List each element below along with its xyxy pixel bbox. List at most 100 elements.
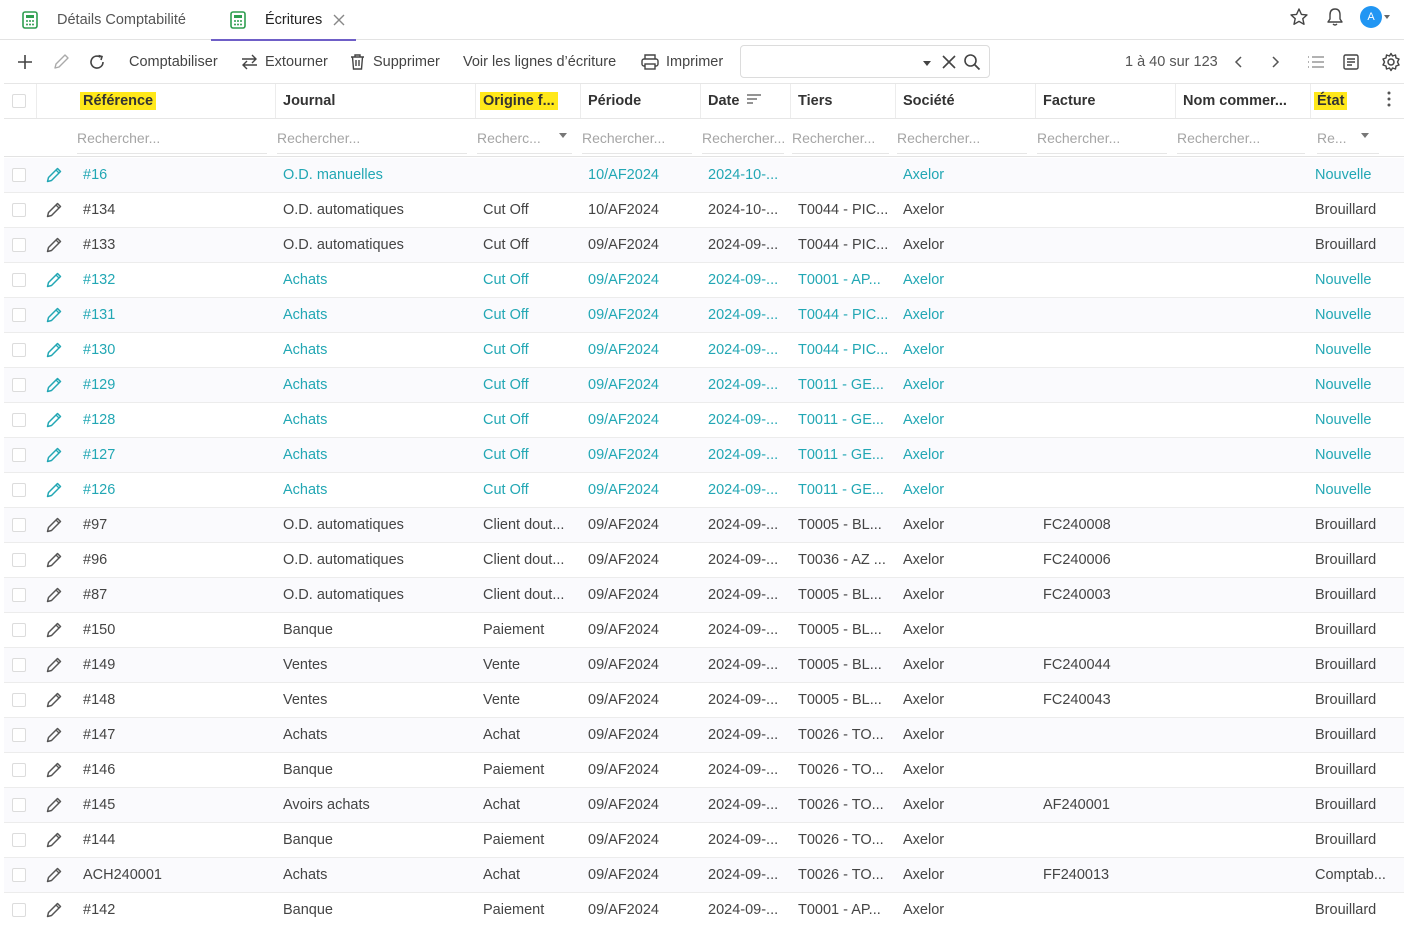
user-menu[interactable]: A <box>1360 6 1390 28</box>
table-row[interactable]: #146 Banque Paiement 09/AF2024 2024-09-... T0… <box>4 753 1404 788</box>
row-checkbox[interactable] <box>12 483 26 497</box>
row-checkbox[interactable] <box>12 168 26 182</box>
edit-row-button[interactable] <box>45 726 63 748</box>
select-all-checkbox[interactable] <box>12 94 26 108</box>
edit-row-button[interactable] <box>45 761 63 783</box>
list-view-button[interactable] <box>1306 41 1326 83</box>
column-header-state[interactable]: État <box>1314 84 1348 118</box>
table-row[interactable]: #132 Achats Cut Off 09/AF2024 2024-09-... T00… <box>4 263 1404 298</box>
row-checkbox[interactable] <box>12 728 26 742</box>
table-row[interactable]: #130 Achats Cut Off 09/AF2024 2024-09-... T00… <box>4 333 1404 368</box>
row-checkbox[interactable] <box>12 833 26 847</box>
row-checkbox[interactable] <box>12 448 26 462</box>
delete-button[interactable]: Supprimer <box>349 41 440 83</box>
column-header-journal[interactable]: Journal <box>283 84 335 118</box>
edit-row-button[interactable] <box>45 166 63 188</box>
row-checkbox[interactable] <box>12 343 26 357</box>
filter-tiers-input[interactable] <box>792 122 889 154</box>
table-row[interactable]: #142 Banque Paiement 09/AF2024 2024-09-... T0… <box>4 893 1404 925</box>
star-icon[interactable] <box>1288 6 1310 28</box>
prev-page-button[interactable] <box>1232 41 1246 83</box>
tab-entries[interactable]: Écritures <box>211 0 357 41</box>
table-row[interactable]: #148 Ventes Vente 09/AF2024 2024-09-... T0005… <box>4 683 1404 718</box>
add-button[interactable] <box>16 41 34 83</box>
edit-row-button[interactable] <box>45 691 63 713</box>
column-header-tiers[interactable]: Tiers <box>798 84 832 118</box>
row-checkbox[interactable] <box>12 658 26 672</box>
table-row[interactable]: #145 Avoirs achats Achat 09/AF2024 2024-09-.… <box>4 788 1404 823</box>
refresh-button[interactable] <box>88 41 106 83</box>
edit-row-button[interactable] <box>45 376 63 398</box>
row-checkbox[interactable] <box>12 378 26 392</box>
row-checkbox[interactable] <box>12 413 26 427</box>
edit-row-button[interactable] <box>45 236 63 258</box>
column-header-trade-name[interactable]: Nom commer... <box>1183 84 1287 118</box>
table-row[interactable]: #133 O.D. automatiques Cut Off 09/AF2024 202… <box>4 228 1404 263</box>
edit-row-button[interactable] <box>45 831 63 853</box>
edit-row-button[interactable] <box>45 516 63 538</box>
tab-accounting-details[interactable]: Détails Comptabilité <box>22 0 186 40</box>
edit-row-button[interactable] <box>45 481 63 503</box>
edit-row-button[interactable] <box>45 446 63 468</box>
row-checkbox[interactable] <box>12 588 26 602</box>
table-row[interactable]: #96 O.D. automatiques Client dout... 09/AF2… <box>4 543 1404 578</box>
table-row[interactable]: #147 Achats Achat 09/AF2024 2024-09-... T0026… <box>4 718 1404 753</box>
reverse-button[interactable]: Extourner <box>240 41 328 83</box>
row-checkbox[interactable] <box>12 693 26 707</box>
edit-row-button[interactable] <box>45 201 63 223</box>
filter-state-input[interactable] <box>1317 122 1379 154</box>
row-checkbox[interactable] <box>12 518 26 532</box>
table-row[interactable]: #134 O.D. automatiques Cut Off 10/AF2024 202… <box>4 193 1404 228</box>
chevron-down-icon[interactable] <box>923 61 931 66</box>
edit-row-button[interactable] <box>45 901 63 923</box>
table-row[interactable]: #128 Achats Cut Off 09/AF2024 2024-09-... T00… <box>4 403 1404 438</box>
next-page-button[interactable] <box>1268 41 1282 83</box>
edit-row-button[interactable] <box>45 271 63 293</box>
settings-button[interactable] <box>1381 41 1401 83</box>
filter-journal-input[interactable] <box>277 122 467 154</box>
bell-icon[interactable] <box>1324 6 1346 28</box>
column-header-date[interactable]: Date <box>708 84 762 118</box>
row-checkbox[interactable] <box>12 238 26 252</box>
table-row[interactable]: #150 Banque Paiement 09/AF2024 2024-09-... T0… <box>4 613 1404 648</box>
filter-company-input[interactable] <box>897 122 1027 154</box>
row-checkbox[interactable] <box>12 553 26 567</box>
column-header-period[interactable]: Période <box>588 84 641 118</box>
edit-row-button[interactable] <box>45 306 63 328</box>
filter-trade-name-input[interactable] <box>1177 122 1305 154</box>
row-checkbox[interactable] <box>12 308 26 322</box>
filter-origin-input[interactable] <box>477 122 572 154</box>
table-row[interactable]: #127 Achats Cut Off 09/AF2024 2024-09-... T00… <box>4 438 1404 473</box>
row-checkbox[interactable] <box>12 203 26 217</box>
search-icon[interactable] <box>963 53 981 75</box>
filter-period-input[interactable] <box>582 122 692 154</box>
edit-button[interactable] <box>52 41 70 83</box>
table-row[interactable]: #144 Banque Paiement 09/AF2024 2024-09-... T0… <box>4 823 1404 858</box>
table-row[interactable]: ACH240001 Achats Achat 09/AF2024 2024-09-...… <box>4 858 1404 893</box>
form-view-button[interactable] <box>1342 41 1360 83</box>
edit-row-button[interactable] <box>45 411 63 433</box>
edit-row-button[interactable] <box>45 796 63 818</box>
edit-row-button[interactable] <box>45 866 63 888</box>
print-button[interactable]: Imprimer <box>640 41 723 83</box>
search-input[interactable] <box>749 51 919 73</box>
filter-invoice-input[interactable] <box>1037 122 1167 154</box>
close-icon[interactable] <box>332 13 346 27</box>
filter-reference-input[interactable] <box>77 122 267 154</box>
filter-date-input[interactable] <box>702 122 784 154</box>
edit-row-button[interactable] <box>45 586 63 608</box>
table-row[interactable]: #16 O.D. manuelles 10/AF2024 2024-10-... Axe… <box>4 158 1404 193</box>
post-button[interactable]: Comptabiliser <box>129 41 218 83</box>
edit-row-button[interactable] <box>45 621 63 643</box>
row-checkbox[interactable] <box>12 798 26 812</box>
column-header-company[interactable]: Société <box>903 84 955 118</box>
chevron-down-icon[interactable] <box>559 133 567 138</box>
edit-row-button[interactable] <box>45 341 63 363</box>
close-icon[interactable] <box>941 54 957 74</box>
row-checkbox[interactable] <box>12 868 26 882</box>
table-row[interactable]: #87 O.D. automatiques Client dout... 09/AF2… <box>4 578 1404 613</box>
column-header-reference[interactable]: Référence <box>80 84 157 118</box>
table-row[interactable]: #149 Ventes Vente 09/AF2024 2024-09-... T0005… <box>4 648 1404 683</box>
table-row[interactable]: #97 O.D. automatiques Client dout... 09/AF2… <box>4 508 1404 543</box>
edit-row-button[interactable] <box>45 551 63 573</box>
